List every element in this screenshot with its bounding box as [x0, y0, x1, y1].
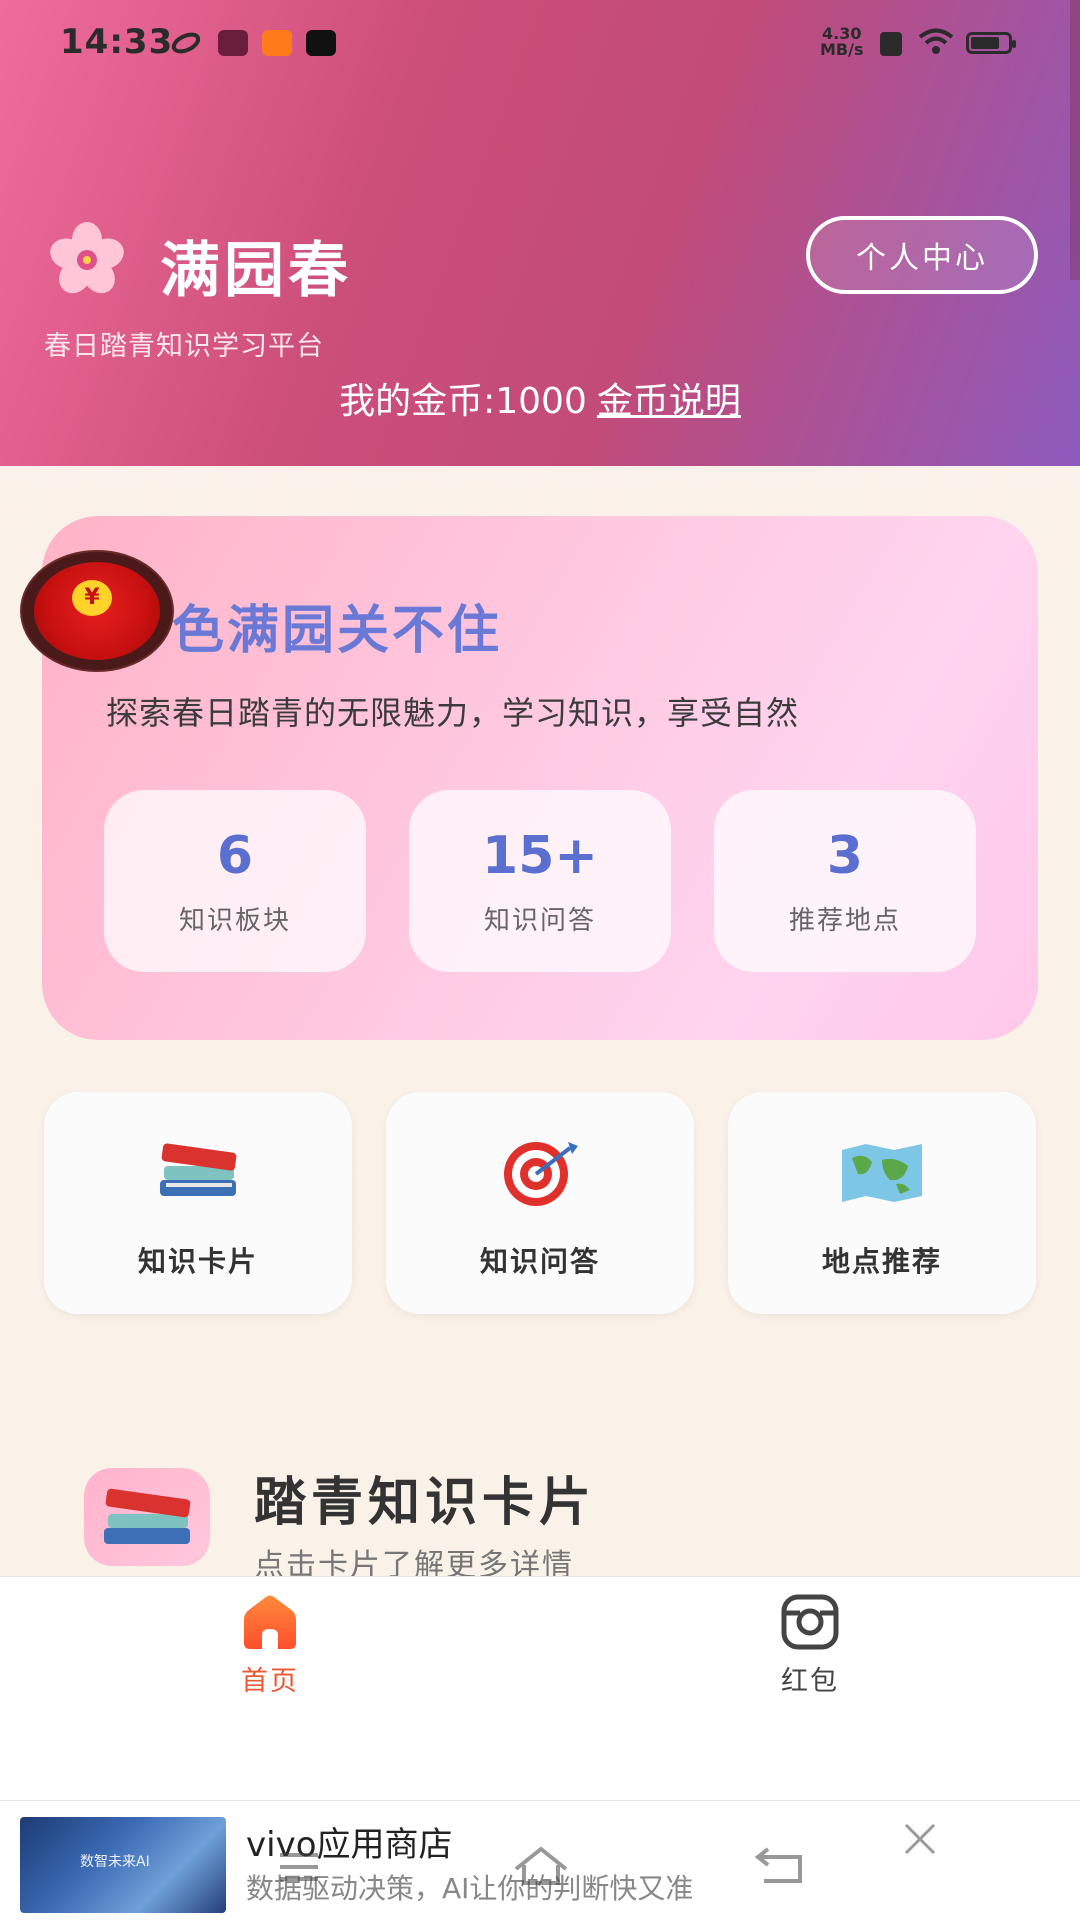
stat-card: 3 推荐地点	[714, 790, 976, 972]
tab-red-packet[interactable]: 红包	[730, 1589, 890, 1698]
coins-balance: 我的金币:1000	[339, 381, 587, 422]
tab-label: 首页	[241, 1666, 299, 1697]
yuan-coin-icon: ¥	[72, 580, 112, 616]
sim-icon	[880, 32, 902, 56]
hero-description: 探索春日踏青的无限魅力，学习知识，享受自然	[106, 694, 800, 732]
feature-label: 知识卡片	[137, 1245, 258, 1278]
feature-label: 知识问答	[479, 1245, 600, 1278]
coins-info-link[interactable]: 金币说明	[597, 381, 741, 422]
coins-row: 我的金币:1000 金币说明	[0, 372, 1080, 424]
ad-thumb-text: 数智未来AI	[80, 1854, 150, 1870]
close-icon[interactable]	[900, 1819, 940, 1859]
home-icon	[244, 1595, 296, 1649]
stat-label: 知识问答	[483, 906, 596, 936]
mail-icon	[218, 30, 248, 56]
red-packet-float-button[interactable]: ¥	[22, 552, 172, 670]
section-books-icon	[84, 1468, 210, 1566]
link-icon	[171, 32, 200, 54]
target-icon	[504, 1142, 578, 1206]
hero-card: 色满园关不住 探索春日踏青的无限魅力，学习知识，享受自然 6 知识板块 15+ …	[42, 516, 1038, 1040]
tab-home[interactable]: 首页	[190, 1589, 350, 1698]
tab-label: 红包	[781, 1666, 839, 1697]
ad-thumbnail[interactable]: 数智未来AI	[20, 1817, 226, 1913]
stat-card: 15+ 知识问答	[409, 790, 671, 972]
map-icon	[842, 1144, 922, 1202]
hero-title: 色满园关不住	[172, 601, 503, 661]
tiktok-icon	[306, 30, 336, 56]
stat-card: 6 知识板块	[104, 790, 366, 972]
stat-label: 知识板块	[178, 906, 291, 936]
menu-icon[interactable]	[276, 1845, 322, 1885]
stat-value: 6	[216, 826, 254, 886]
back-icon[interactable]	[754, 1845, 808, 1885]
books-icon	[160, 1143, 237, 1196]
ad-banner[interactable]: 数智未来AI vivo应用商店 数据驱动决策，AI让你的判断快又准	[0, 1800, 1080, 1921]
personal-center-button[interactable]: 个人中心	[806, 216, 1038, 294]
feature-knowledge-cards[interactable]: 知识卡片	[44, 1092, 352, 1314]
app-title: 满园春	[160, 236, 352, 306]
battery-icon	[966, 32, 1016, 54]
feature-locations[interactable]: 地点推荐	[728, 1092, 1036, 1314]
home-nav-icon[interactable]	[512, 1845, 570, 1885]
camera-icon	[781, 1594, 839, 1650]
bottom-tab-bar: 首页 红包	[0, 1576, 1080, 1801]
app-header: 14:33 4.30 MB/s 满园春 春日踏青知识学习平台 个人中心 我的金币…	[0, 0, 1080, 466]
status-bar: 14:33 4.30 MB/s	[0, 0, 1080, 90]
status-time: 14:33	[60, 22, 174, 62]
wifi-icon	[918, 28, 954, 54]
feature-quiz[interactable]: 知识问答	[386, 1092, 694, 1314]
section-title: 踏青知识卡片	[254, 1473, 597, 1533]
cherry-blossom-icon	[50, 222, 124, 294]
stat-value: 15+	[482, 826, 598, 886]
app-icon	[262, 30, 292, 56]
stat-value: 3	[826, 826, 864, 886]
app-subtitle: 春日踏青知识学习平台	[44, 331, 324, 362]
feature-label: 地点推荐	[821, 1245, 942, 1278]
stat-label: 推荐地点	[788, 906, 901, 936]
network-speed: 4.30 MB/s	[820, 24, 864, 59]
